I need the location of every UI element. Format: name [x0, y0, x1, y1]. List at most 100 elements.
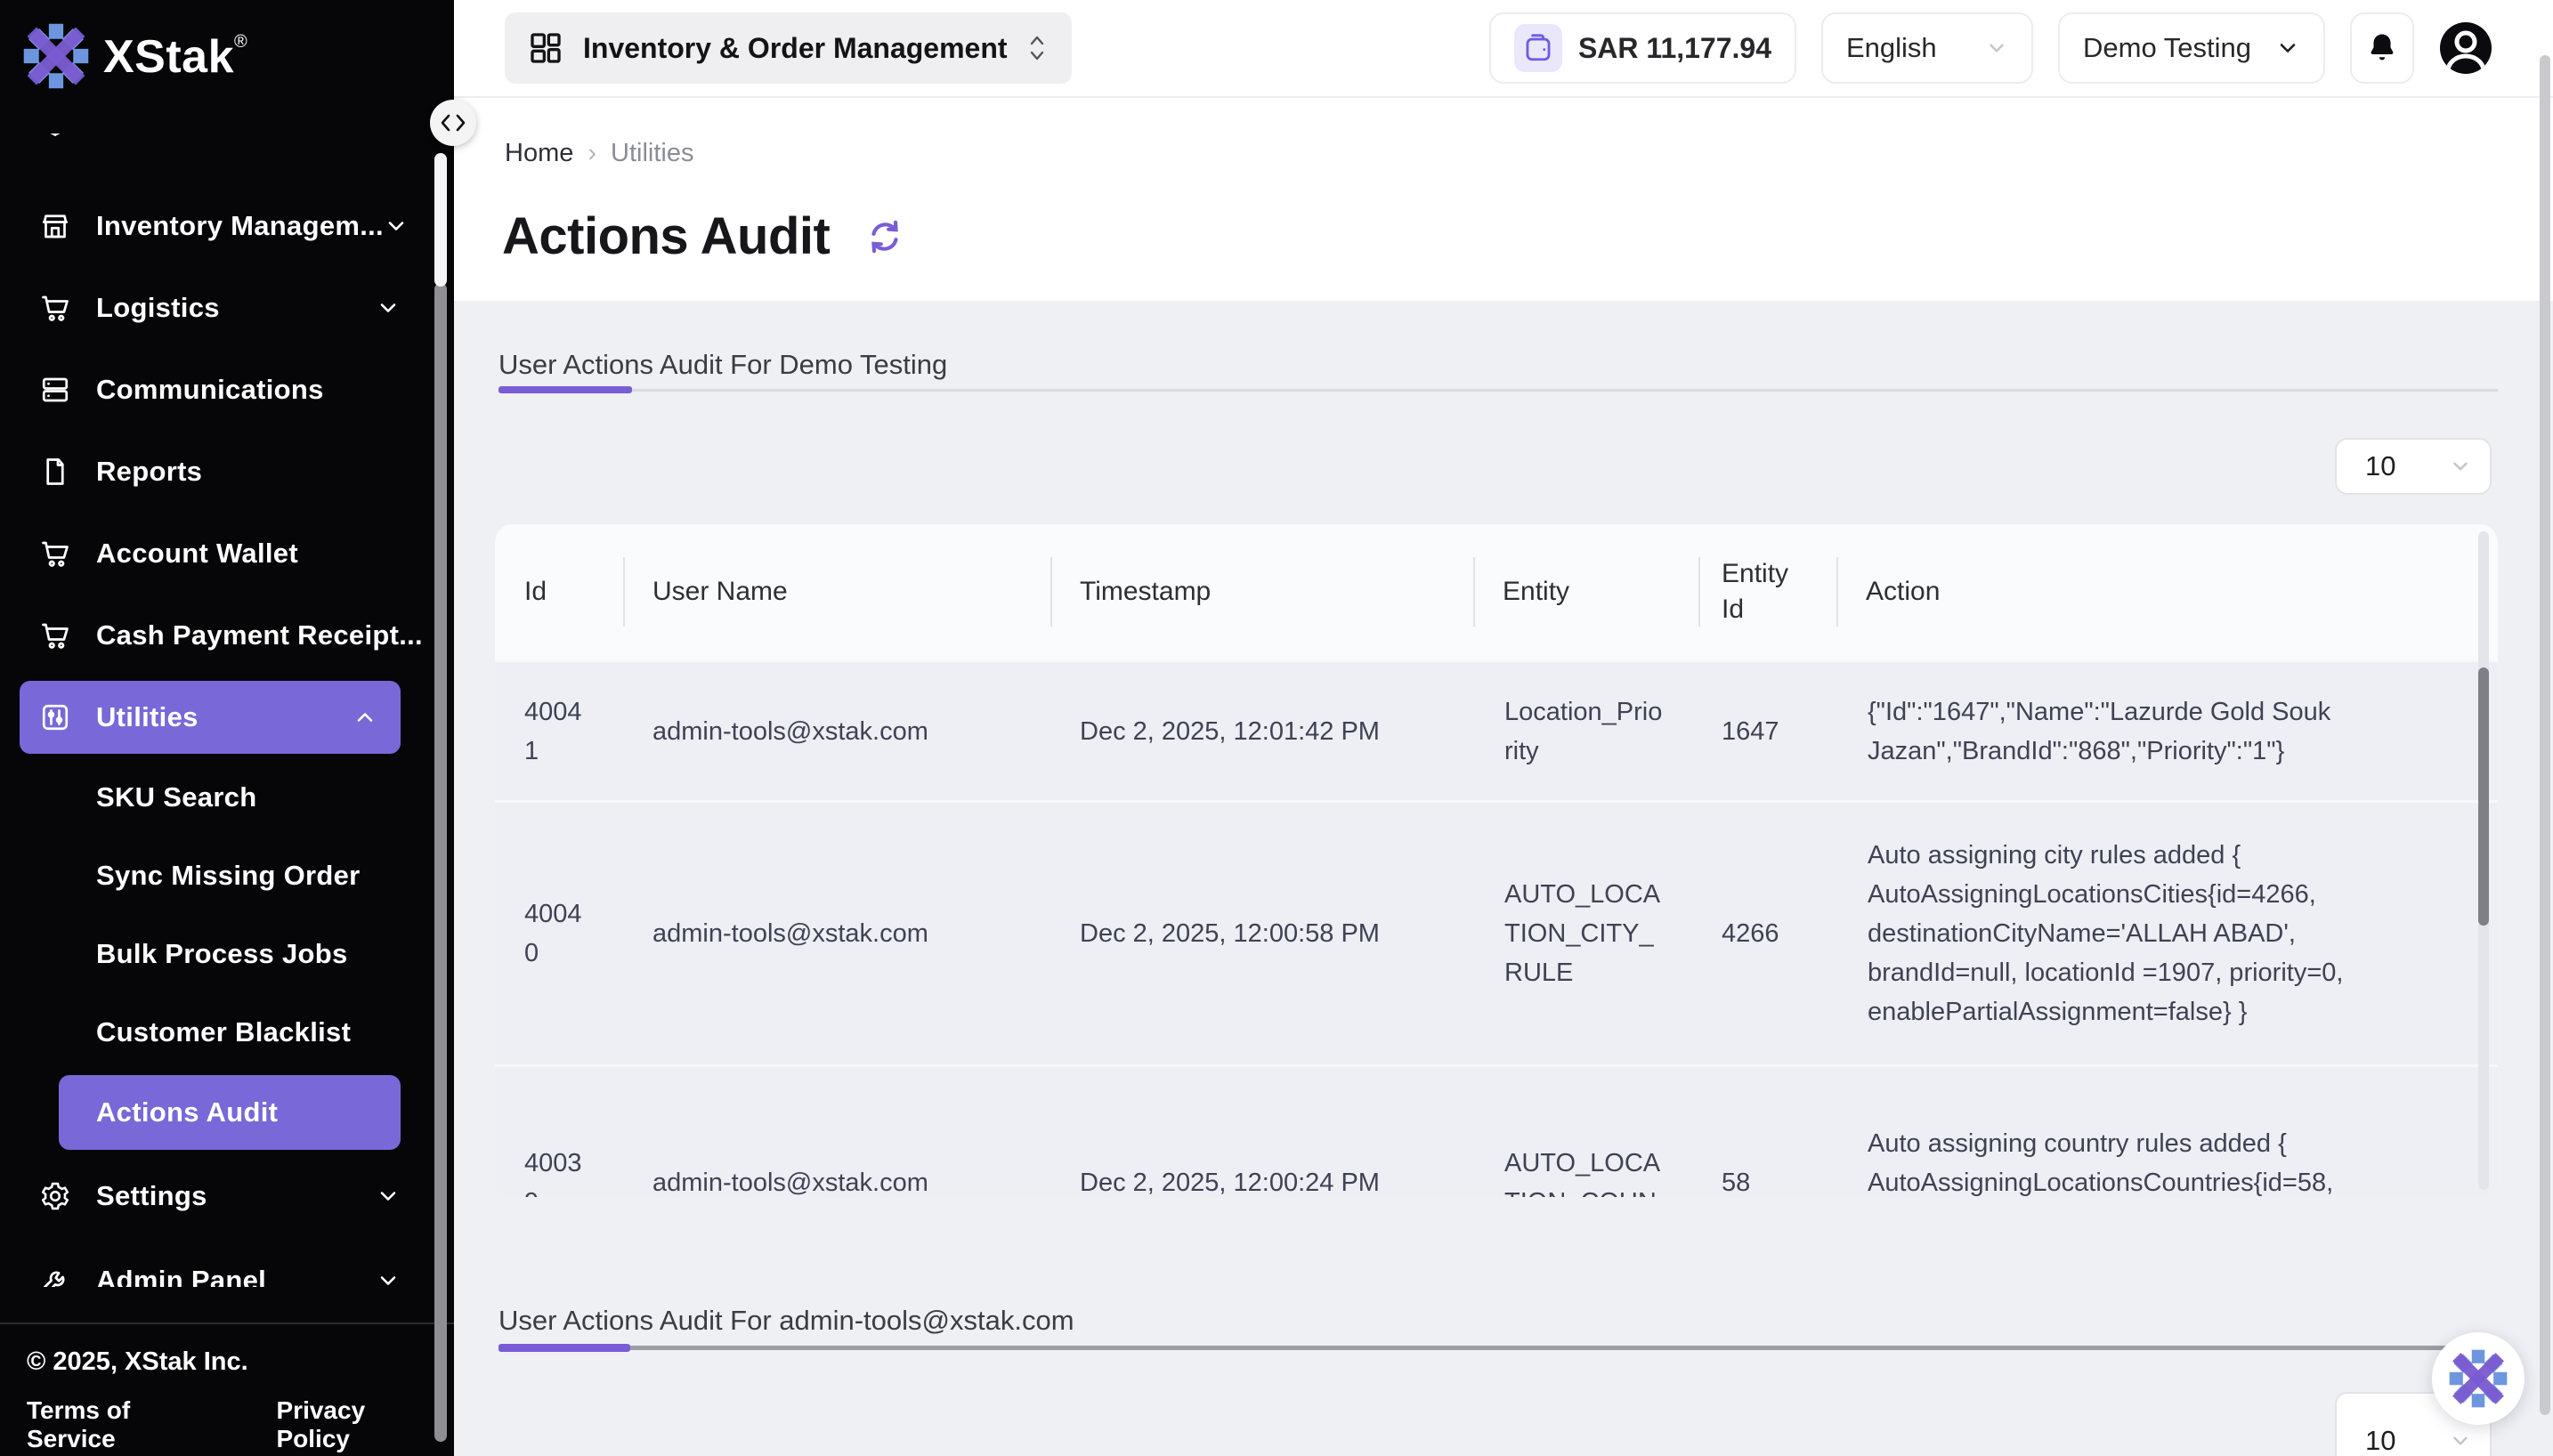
page-scrollbar-thumb[interactable]	[2540, 55, 2550, 1415]
chevron-down-icon	[376, 295, 401, 320]
tab-user-actions-admin-tools[interactable]: User Actions Audit For admin-tools@xstak…	[498, 1305, 1074, 1337]
content-section: User Actions Audit For Demo Testing 10 I…	[454, 301, 2553, 1456]
cell-entity: AUTO_LOCATION_CITY_RULE	[1473, 875, 1698, 992]
gear-icon	[39, 1180, 71, 1212]
app-viewport: XStak® Orders Inventory Managem... Logis…	[0, 0, 2553, 1456]
sidebar-item-admin-panel[interactable]: Admin Panel	[0, 1238, 433, 1287]
chevron-down-icon	[2275, 36, 2300, 61]
grid-apps-icon	[528, 30, 563, 66]
breadcrumb-home[interactable]: Home	[505, 139, 573, 168]
sidebar-item-inventory-management[interactable]: Inventory Managem...	[0, 185, 433, 267]
language-value: English	[1846, 32, 1937, 64]
cell-user: admin-tools@xstak.com	[623, 1163, 1050, 1197]
registered-mark: ®	[234, 32, 247, 52]
page-size-value: 10	[2365, 450, 2395, 482]
column-header-action[interactable]: Action	[1836, 574, 2498, 610]
chevron-down-icon	[2449, 455, 2472, 478]
tab-user-actions-demo-testing[interactable]: User Actions Audit For Demo Testing	[498, 349, 947, 381]
sidebar-item-settings[interactable]: Settings	[0, 1153, 433, 1238]
table-scrollbar-thumb[interactable]	[2478, 667, 2489, 926]
account-value: Demo Testing	[2083, 32, 2251, 64]
xstak-flower-icon	[23, 21, 89, 91]
cell-entity-id: 58	[1698, 1163, 1836, 1197]
chevron-up-icon	[353, 705, 377, 730]
cell-user: admin-tools@xstak.com	[623, 914, 1050, 953]
main-area: Inventory & Order Management SAR 11,177.…	[454, 0, 2553, 1456]
column-header-id[interactable]: Id	[495, 574, 623, 610]
sidebar-scrollbar-track[interactable]	[434, 283, 447, 1442]
collapse-chevrons-icon	[440, 113, 466, 133]
table-row[interactable]: 40040 admin-tools@xstak.com Dec 2, 2025,…	[495, 800, 2498, 1064]
language-select[interactable]: English	[1821, 12, 2033, 84]
breadcrumb-current[interactable]: Utilities	[611, 139, 693, 168]
sidebar-nav: Orders Inventory Managem... Logistics Co…	[0, 133, 433, 1287]
active-tab-indicator	[498, 386, 632, 393]
sidebar-item-label: Bulk Process Jobs	[96, 938, 348, 970]
privacy-link[interactable]: Privacy Policy	[277, 1396, 423, 1453]
account-select[interactable]: Demo Testing	[2058, 12, 2325, 84]
sidebar-item-bulk-process-jobs[interactable]: Bulk Process Jobs	[0, 915, 433, 993]
sidebar-item-cash-payment-receipt[interactable]: Cash Payment Receipt...	[0, 595, 433, 676]
page-size-select[interactable]: 10	[2335, 438, 2492, 495]
sidebar-item-actions-audit[interactable]: Actions Audit	[59, 1075, 401, 1150]
sidebar-item-communications[interactable]: Communications	[0, 349, 433, 431]
sidebar-item-sku-search[interactable]: SKU Search	[0, 758, 433, 837]
tab-divider	[498, 389, 2498, 392]
cell-id: 40040	[495, 894, 623, 973]
cart-icon	[39, 292, 71, 324]
xstak-flower-icon	[2449, 1349, 2508, 1408]
active-tab-indicator	[498, 1344, 630, 1352]
sidebar-item-label: Reports	[96, 456, 202, 488]
top-header: Inventory & Order Management SAR 11,177.…	[454, 0, 2553, 98]
chevron-down-icon	[2449, 1429, 2472, 1452]
sidebar-item-sync-missing-order[interactable]: Sync Missing Order	[0, 837, 433, 915]
sidebar-collapse-button[interactable]	[430, 100, 476, 146]
sidebar-item-account-wallet[interactable]: Account Wallet	[0, 513, 433, 595]
sidebar-item-label: Settings	[96, 1180, 207, 1212]
sidebar-item-label: Cash Payment Receipt...	[96, 619, 423, 651]
sidebar-footer: © 2025, XStak Inc. Terms of Service Priv…	[0, 1323, 454, 1456]
column-header-entity-id[interactable]: Entity Id	[1698, 556, 1836, 627]
chevron-down-icon	[384, 214, 409, 239]
sidebar-item-utilities[interactable]: Utilities	[20, 681, 401, 754]
cell-timestamp: Dec 2, 2025, 12:01:42 PM	[1050, 712, 1473, 751]
sidebar-item-label: Logistics	[96, 292, 220, 324]
table-row[interactable]: 40039 admin-tools@xstak.com Dec 2, 2025,…	[495, 1064, 2498, 1197]
wallet-balance[interactable]: SAR 11,177.94	[1489, 12, 1796, 84]
chevron-down-icon	[376, 1268, 401, 1288]
wrench-icon	[39, 1265, 71, 1288]
cell-user: admin-tools@xstak.com	[623, 712, 1050, 751]
chevron-down-icon	[1985, 36, 2008, 60]
sidebar-item-label: SKU Search	[96, 781, 256, 813]
topbar-controls: SAR 11,177.94 English Demo Testing	[1489, 11, 2492, 85]
sidebar-item-label: Account Wallet	[96, 538, 298, 570]
tab-divider	[498, 1346, 2498, 1350]
sidebar-scrollbar-thumb[interactable]	[434, 153, 447, 287]
select-updown-icon	[1027, 33, 1047, 63]
sidebar-item-label: Actions Audit	[96, 1096, 278, 1128]
sidebar-item-label: Orders	[96, 133, 188, 139]
cell-entity-id: 1647	[1698, 712, 1836, 751]
sidebar-item-reports[interactable]: Reports	[0, 431, 433, 513]
column-header-timestamp[interactable]: Timestamp	[1050, 574, 1473, 610]
app-switcher-label: Inventory & Order Management	[583, 32, 1008, 65]
sidebar-item-orders[interactable]: Orders	[0, 133, 433, 164]
cell-timestamp: Dec 2, 2025, 12:00:24 PM	[1050, 1163, 1473, 1197]
table-row[interactable]: 40041 admin-tools@xstak.com Dec 2, 2025,…	[495, 659, 2498, 800]
column-header-user-name[interactable]: User Name	[623, 574, 1050, 610]
sidebar-item-logistics[interactable]: Logistics	[0, 267, 433, 349]
sidebar-item-customer-blacklist[interactable]: Customer Blacklist	[0, 993, 433, 1072]
sidebar-item-label: Communications	[96, 374, 324, 406]
breadcrumb: Home › Utilities	[505, 139, 694, 168]
chevron-down-icon	[376, 1184, 401, 1209]
user-avatar[interactable]	[2439, 21, 2492, 75]
server-icon	[39, 374, 71, 406]
cell-timestamp: Dec 2, 2025, 12:00:58 PM	[1050, 914, 1473, 953]
sidebar-item-label: Utilities	[96, 701, 199, 733]
terms-link[interactable]: Terms of Service	[27, 1396, 199, 1453]
app-switcher[interactable]: Inventory & Order Management	[505, 12, 1072, 84]
column-header-entity[interactable]: Entity	[1473, 574, 1698, 610]
brand-name: XStak®	[103, 30, 247, 84]
refresh-icon[interactable]	[863, 215, 906, 258]
notifications-button[interactable]	[2350, 12, 2414, 84]
